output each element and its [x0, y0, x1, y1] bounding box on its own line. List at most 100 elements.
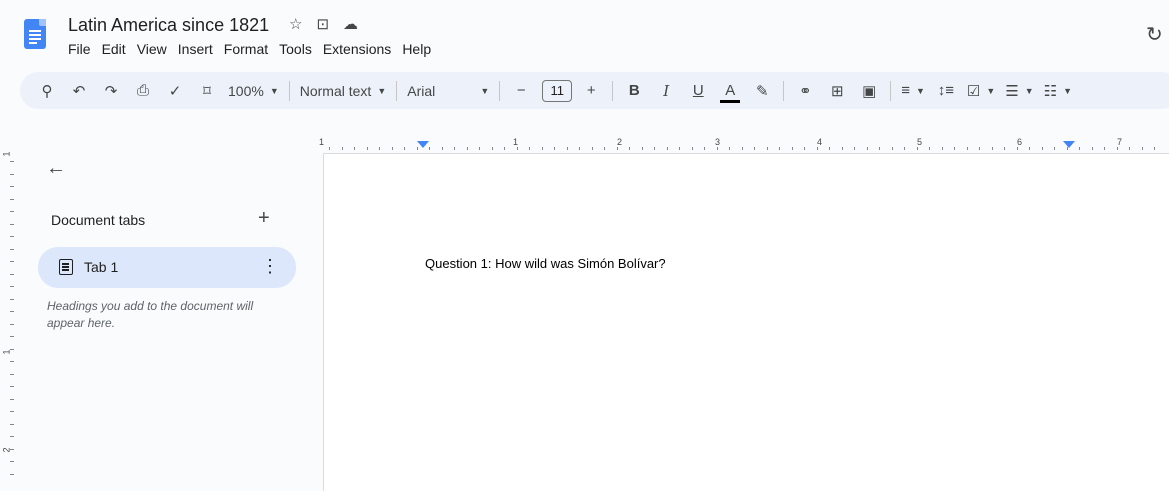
ruler-tick: [10, 436, 14, 437]
ruler-label: 1: [1, 349, 12, 355]
ruler-tick: [591, 147, 593, 150]
add-comment-icon[interactable]: ⊞: [826, 77, 848, 105]
menu-insert[interactable]: Insert: [178, 41, 213, 57]
menu-extensions[interactable]: Extensions: [323, 41, 391, 57]
font-size-input[interactable]: 11: [542, 79, 573, 102]
toolbar-divider: [288, 80, 290, 101]
ruler-tick: [641, 147, 643, 150]
font-value: Arial: [407, 82, 436, 99]
menu-file[interactable]: File: [68, 41, 91, 57]
ruler-tick: [1066, 147, 1068, 150]
ruler-tick: [841, 147, 843, 150]
menu-edit[interactable]: Edit: [102, 41, 126, 57]
insert-image-icon[interactable]: ▣: [858, 77, 880, 105]
document-page[interactable]: Question 1: How wild was Simón Bolívar?: [323, 153, 1169, 491]
ruler-tick: [10, 448, 14, 450]
ruler-label: 3: [715, 137, 721, 147]
ruler-tick: [1091, 147, 1093, 150]
title-icons: ☆ ⊡ ☁: [289, 15, 358, 33]
ruler-tick: [691, 147, 693, 150]
ruler-tick: [354, 147, 355, 150]
checklist-icon[interactable]: ☑ ▼: [967, 77, 995, 105]
move-to-folder-icon[interactable]: ⊡: [316, 15, 329, 33]
ruler-tick: [804, 147, 805, 150]
bold-button[interactable]: B: [623, 77, 645, 105]
print-icon[interactable]: ⎙: [132, 77, 154, 105]
document-title[interactable]: Latin America since 1821: [68, 15, 269, 36]
ruler-tick: [954, 147, 955, 150]
paint-format-icon[interactable]: ⌑: [196, 77, 218, 105]
spellcheck-icon[interactable]: ✓: [164, 77, 186, 105]
menu-bar: File Edit View Insert Format Tools Exten…: [68, 41, 442, 57]
ruler-tick: [341, 147, 343, 150]
ruler-tick: [966, 147, 968, 150]
ruler-tick: [429, 147, 430, 150]
ruler-tick: [566, 147, 568, 150]
left-indent-marker[interactable]: [417, 141, 429, 148]
bulleted-list-icon[interactable]: ☰ ▼: [1005, 77, 1033, 105]
numbered-list-icon[interactable]: ☷ ▼: [1044, 77, 1072, 105]
menu-view[interactable]: View: [137, 41, 167, 57]
ruler-tick: [10, 286, 14, 287]
ruler-tick: [479, 147, 480, 150]
highlight-color-icon[interactable]: ✎: [751, 77, 773, 105]
tab-item-tab-1[interactable]: Tab 1 ⋮: [38, 247, 296, 288]
ruler-tick: [1004, 147, 1005, 150]
align-icon[interactable]: ≡ ▼: [901, 77, 925, 105]
ruler-tick: [816, 147, 818, 150]
ruler-tick: [916, 147, 918, 150]
underline-button[interactable]: U: [687, 77, 709, 105]
ruler-label: 1: [319, 137, 325, 147]
ruler-tick: [1129, 147, 1130, 150]
version-history-icon[interactable]: ↻: [1146, 22, 1163, 47]
cloud-saved-icon[interactable]: ☁: [343, 15, 358, 33]
increase-font-size-button[interactable]: +: [580, 77, 602, 105]
right-indent-marker[interactable]: [1063, 141, 1075, 148]
ruler-label: 7: [1117, 137, 1123, 147]
toolbar-divider: [396, 80, 398, 101]
font-select[interactable]: Arial ▼: [407, 77, 489, 105]
add-tab-button[interactable]: +: [258, 207, 270, 230]
document-body-text[interactable]: Question 1: How wild was Simón Bolívar?: [425, 256, 666, 271]
tab-label: Tab 1: [84, 259, 119, 275]
ruler-tick: [704, 147, 705, 150]
insert-link-icon[interactable]: ⚭: [794, 77, 816, 105]
star-icon[interactable]: ☆: [289, 15, 302, 33]
text-color-button[interactable]: A: [719, 77, 741, 105]
ruler-tick: [10, 473, 14, 475]
ruler-tick: [10, 336, 14, 337]
ruler-tick: [616, 147, 618, 150]
toolbar-divider: [783, 80, 785, 101]
menu-help[interactable]: Help: [402, 41, 431, 57]
zoom-select[interactable]: 100% ▼: [228, 77, 279, 105]
ruler-tick: [10, 198, 14, 200]
ruler-tick: [991, 147, 993, 150]
menu-format[interactable]: Format: [224, 41, 268, 57]
ruler-tick: [10, 361, 14, 362]
back-arrow-icon[interactable]: ←: [46, 157, 66, 180]
ruler-tick: [791, 147, 793, 150]
search-menus-icon[interactable]: ⚲: [36, 77, 58, 105]
ruler-label: 6: [1017, 137, 1023, 147]
paragraph-style-select[interactable]: Normal text ▼: [300, 77, 387, 105]
ruler-tick: [879, 147, 880, 150]
undo-icon[interactable]: ↶: [68, 77, 90, 105]
ruler-tick: [1016, 147, 1018, 150]
decrease-font-size-button[interactable]: −: [510, 77, 532, 105]
italic-button[interactable]: I: [655, 77, 677, 105]
ruler-tick: [329, 147, 330, 150]
ruler-tick: [10, 411, 14, 412]
docs-logo-icon[interactable]: [24, 19, 46, 49]
horizontal-ruler[interactable]: 1 1 2 3 4 5 6 7: [319, 137, 1169, 153]
chevron-down-icon: ▼: [480, 85, 490, 96]
menu-tools[interactable]: Tools: [279, 41, 312, 57]
more-options-icon[interactable]: ⋮: [261, 256, 279, 277]
outline-hint-text: Headings you add to the document will ap…: [47, 299, 254, 330]
redo-icon[interactable]: ↷: [100, 77, 122, 105]
ruler-tick: [10, 161, 14, 162]
ruler-tick: [404, 147, 405, 150]
ruler-tick: [1079, 147, 1080, 150]
ruler-tick: [10, 236, 14, 237]
line-spacing-icon[interactable]: ↕≡: [935, 77, 957, 105]
ruler-tick: [10, 461, 14, 462]
